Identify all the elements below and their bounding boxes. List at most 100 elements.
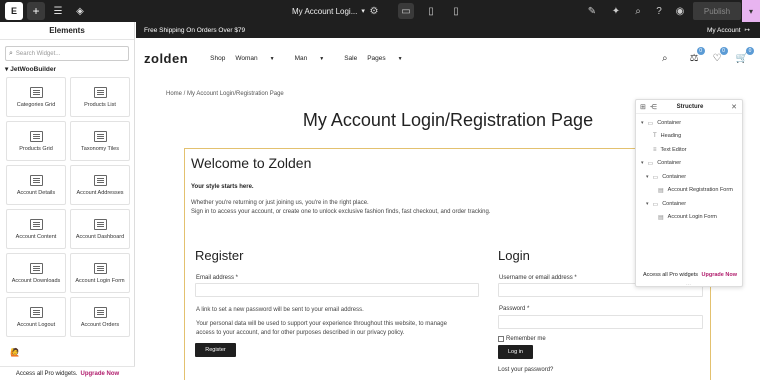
category-label: JetWooBuilder [10, 65, 57, 73]
compare-scale-icon[interactable]: ⚖ 0 [690, 46, 705, 64]
widget-icon: ▤ [658, 187, 664, 194]
structure-panel: ⊞ ⋲ Structure ✕ ▾ ▭ Container T Heading ≡ Te… [635, 99, 743, 288]
wishlist-count-badge: 0 [719, 46, 728, 55]
widget-account-logout[interactable]: Account Logout [6, 297, 66, 337]
text-editor-icon: ≡ [653, 147, 657, 153]
login-password-input[interactable] [498, 315, 703, 329]
widget-account-details[interactable]: Account Details [6, 165, 66, 205]
widget-account-downloads[interactable]: Account Downloads [6, 253, 66, 293]
close-icon[interactable]: ✕ [731, 103, 737, 111]
menu-item-pages[interactable]: Pages ▼ [367, 55, 412, 62]
menu-item-shop[interactable]: Shop [210, 55, 225, 62]
structure-item-label: Container [657, 120, 682, 126]
tablet-view-icon[interactable]: ▯ [423, 0, 439, 22]
login-heading: Login [498, 248, 530, 263]
layers-icon[interactable]: ◈ [71, 2, 89, 20]
structure-item-label: Container [662, 201, 687, 207]
structure-item[interactable]: ▾ ▭ Container [641, 158, 681, 168]
add-element-button[interactable]: + [27, 2, 45, 20]
pro-widgets-text: Access all Pro widgets [642, 272, 699, 278]
cart-icon[interactable]: 🛒 0 [736, 46, 754, 64]
my-account-link[interactable]: My Account ↦ [707, 22, 750, 38]
character-illustration-icon: 🙋 [10, 348, 20, 357]
chevron-down-icon: ▾ [646, 174, 649, 180]
widget-products-grid[interactable]: Products Grid [6, 121, 66, 161]
upgrade-now-link[interactable]: Upgrade Now [81, 371, 120, 377]
wishlist-heart-icon[interactable]: ♡ 0 [713, 46, 728, 64]
menu-item-man[interactable]: Man ▼ [295, 55, 335, 62]
desktop-view-icon[interactable]: ▭ [398, 3, 414, 19]
chevron-down-icon: ▾ [641, 160, 644, 166]
my-account-label: My Account [706, 26, 741, 34]
register-email-input[interactable] [195, 283, 479, 297]
structure-header: ⊞ ⋲ Structure ✕ [636, 100, 742, 114]
widget-search-input[interactable]: ⌕ Search Widget... [5, 46, 129, 61]
document-title-dropdown[interactable]: My Account Logi... ▾ [292, 0, 365, 22]
menu-item-sale[interactable]: Sale [344, 55, 357, 62]
widget-account-orders[interactable]: Account Orders [70, 297, 130, 337]
drag-handle-icon[interactable]: ⋯ [686, 282, 691, 288]
finder-search-icon[interactable]: ⌕ [630, 0, 646, 22]
widget-taxonomy-tiles[interactable]: Taxonomy Tiles [70, 121, 130, 161]
breadcrumb-home[interactable]: Home [166, 91, 182, 97]
site-logo[interactable]: zolden [144, 51, 188, 66]
logout-icon [29, 306, 43, 318]
lost-password-link[interactable]: Lost your password? [498, 367, 553, 373]
publish-options-chevron-icon[interactable]: ▾ [742, 0, 760, 22]
structure-item-label: Container [662, 174, 687, 180]
privacy-text-line-1: Your personal data will be used to suppo… [196, 321, 447, 327]
mobile-view-icon[interactable]: ▯ [448, 0, 464, 22]
help-icon[interactable]: ? [651, 0, 667, 22]
list-icon [93, 86, 107, 98]
structure-item-label: Heading [660, 133, 682, 139]
preview-eye-icon[interactable]: ◉ [672, 0, 688, 22]
shipping-text: Free Shipping On Orders Over $79 [144, 26, 246, 34]
menu-item-label: Pages [367, 54, 386, 62]
widget-account-dashboard[interactable]: Account Dashboard [70, 209, 130, 249]
register-button[interactable]: Register [195, 343, 236, 357]
structure-item[interactable]: ▾ ▭ Container [646, 172, 686, 182]
editor-topbar: E + ☰ ◈ My Account Logi... ▾ ⚙ ▭ ▯ ▯ ✎ ✦… [0, 0, 760, 22]
login-icon [93, 262, 107, 274]
welcome-heading: Welcome to Zolden [191, 155, 312, 171]
structure-item[interactable]: T Heading [653, 131, 681, 141]
widget-account-content[interactable]: Account Content [6, 209, 66, 249]
structure-item[interactable]: ▤ Account Registration Form [658, 185, 733, 195]
widget-account-addresses[interactable]: Account Addresses [70, 165, 130, 205]
panel-title: Elements [0, 22, 134, 40]
chevron-down-icon: ▾ [361, 8, 365, 15]
upgrade-now-link[interactable]: Upgrade Now [702, 272, 737, 278]
settings-sliders-icon[interactable]: ☰ [49, 2, 67, 20]
chevron-down-icon: ▼ [319, 55, 325, 62]
shipping-bar: Free Shipping On Orders Over $79 My Acco… [136, 22, 760, 38]
structure-item[interactable]: ≡ Text Editor [653, 145, 687, 155]
menu-item-woman[interactable]: Woman ▼ [235, 55, 284, 62]
container-icon: ▭ [647, 120, 654, 127]
user-card-icon [29, 218, 43, 230]
orders-icon [93, 306, 107, 318]
compare-count-badge: 0 [696, 46, 705, 55]
selected-container-outline[interactable] [184, 148, 711, 380]
menu-item-label: Man [294, 54, 308, 62]
tagline-text: Your style starts here. [191, 184, 254, 190]
ai-sparkle-icon[interactable]: ✦ [608, 0, 624, 22]
widget-products-list[interactable]: Products List [70, 77, 130, 117]
widget-account-login-form[interactable]: Account Login Form [70, 253, 130, 293]
structure-item-label: Account Registration Form [667, 187, 733, 193]
page-settings-gear-icon[interactable]: ⚙ [366, 0, 382, 22]
container-icon: ▭ [652, 201, 659, 208]
structure-item[interactable]: ▤ Account Login Form [658, 212, 717, 222]
category-header[interactable]: ▾ JetWooBuilder [5, 65, 129, 74]
brush-icon[interactable]: ✎ [584, 0, 600, 22]
elementor-logo-button[interactable]: E [5, 2, 23, 20]
chevron-down-icon: ▼ [269, 55, 275, 62]
publish-button[interactable]: Publish [693, 2, 741, 20]
structure-item-label: Account Login Form [667, 214, 717, 220]
remember-me-checkbox[interactable] [498, 336, 504, 342]
login-button[interactable]: Log in [498, 345, 533, 359]
structure-item[interactable]: ▾ ▭ Container [641, 118, 681, 128]
search-icon[interactable]: ⌕ [662, 53, 668, 64]
widget-categories-grid[interactable]: Categories Grid [6, 77, 66, 117]
structure-item[interactable]: ▾ ▭ Container [646, 199, 686, 209]
breadcrumb-current: My Account Login/Registration Page [187, 91, 284, 97]
